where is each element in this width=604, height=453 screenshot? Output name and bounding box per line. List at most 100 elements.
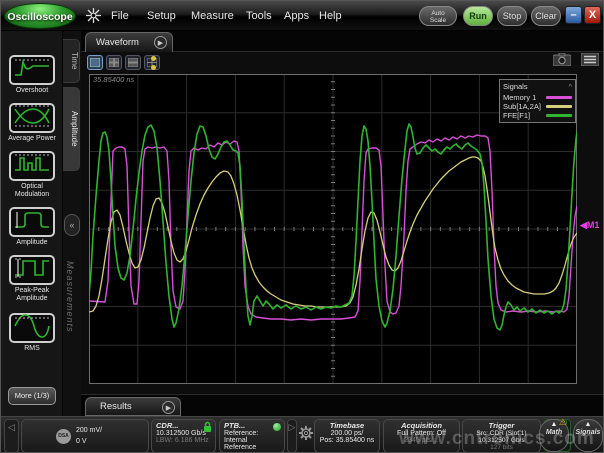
legend-title: Signals [503, 82, 528, 92]
scroll-left-button[interactable]: ◁ [4, 419, 19, 453]
measurement-amplitude[interactable]: Amplitude [6, 207, 58, 247]
ptb-status-dot [273, 423, 281, 431]
timebase-per-div: 200.00 ps/ [319, 430, 375, 437]
overshoot-icon [13, 56, 51, 85]
legend-swatch-memory1 [546, 96, 572, 99]
legend-row-sub[interactable]: Sub[1A,2A] [503, 102, 572, 111]
waveform-tab-menu-icon[interactable]: ▶ [154, 36, 167, 49]
more-measurements-button[interactable]: More (1/3) [8, 387, 56, 405]
marker-dot[interactable] [151, 56, 156, 61]
waveform-tab-bar: Waveform ▶ [81, 31, 604, 52]
layout-stacked-button[interactable] [125, 55, 141, 70]
acquisition-panel[interactable]: Acquisition Full Pattern: Off 2345 pts/.… [383, 419, 460, 453]
results-tab-label: Results [100, 401, 132, 412]
optical-modulation-icon [13, 152, 51, 181]
close-button[interactable]: X [584, 6, 601, 24]
menu-help[interactable]: Help [319, 1, 342, 31]
plot-layout-toolbar [87, 55, 160, 72]
top-menu-bar: Oscilloscope File Setup Measure Tools Ap… [1, 1, 604, 31]
timebase-panel[interactable]: Timebase 200.00 ps/ Pos: 35.85400 ns [314, 419, 380, 453]
trigger-rate: 10.312507 Gb/s [467, 437, 536, 444]
auto-scale-label-2: Scale [420, 17, 456, 24]
menu-apps[interactable]: Apps [284, 1, 309, 31]
legend-collapse-icon[interactable]: ^ [568, 82, 572, 92]
oscilloscope-window: Oscilloscope File Setup Measure Tools Ap… [0, 0, 604, 453]
sidebar-collapse-button[interactable]: « [64, 214, 80, 236]
measurement-rms[interactable]: RMS [6, 313, 58, 353]
trigger-title: Trigger [467, 421, 536, 430]
cdr-panel[interactable]: CDR... 10.312500 Gb/s LBW: 6.186 MHz [151, 419, 216, 453]
timebase-pos: Pos: 35.85400 ns [319, 437, 375, 444]
measurement-label: Overshoot [6, 87, 58, 95]
average-power-icon [13, 104, 51, 133]
oscilloscope-logo: Oscilloscope [4, 3, 76, 29]
rms-icon [13, 314, 51, 343]
layout-single-button[interactable] [87, 55, 103, 70]
waveform-workspace: Waveform ▶ 35.85400 ns [81, 31, 604, 416]
tab-time[interactable]: Time [63, 39, 80, 83]
plot-menu-icon[interactable] [581, 53, 599, 71]
measurement-overshoot[interactable]: Overshoot [6, 55, 58, 95]
measurement-peak-peak-amplitude[interactable]: Peak-Peak Amplitude [6, 255, 58, 303]
amplitude-icon [13, 208, 51, 237]
measurement-label: Average Power [6, 135, 58, 143]
stop-button[interactable]: Stop [497, 6, 527, 26]
trigger-src: Src: CDR (Slot 1) [467, 430, 536, 437]
scale-per-div: 200 mV/ [76, 427, 102, 434]
measurement-label: Peak-Peak Amplitude [6, 287, 58, 303]
marker-dots [151, 56, 156, 74]
run-button[interactable]: Run [463, 6, 493, 26]
waveform-graticule[interactable]: 35.85400 ns Signals ^ Memory 1 Sub[1A,2A… [89, 74, 577, 384]
memory1-ground-marker[interactable]: ◀M1 [580, 220, 599, 231]
tab-waveform[interactable]: Waveform ▶ [85, 32, 173, 52]
acquisition-line2: 2345 pts/... [388, 437, 455, 444]
signals-label: Signals [574, 429, 602, 436]
tab-amplitude[interactable]: Amplitude [63, 87, 80, 171]
channel-badge: DSA [56, 429, 71, 444]
legend-swatch-ffe [546, 114, 572, 117]
legend-label: FFE[F1] [503, 111, 530, 120]
measurement-label: Amplitude [6, 239, 58, 247]
math-button[interactable]: ▲ Math ⚠ [539, 419, 569, 452]
screenshot-camera-icon[interactable] [553, 53, 571, 71]
clear-button[interactable]: Clear [531, 6, 561, 26]
measurements-sidebar: Overshoot Average Power Optical Modulati… [1, 31, 63, 416]
minimize-button[interactable]: – [565, 6, 582, 24]
measurement-label: RMS [6, 345, 58, 353]
acquisition-line1: Full Pattern: Off [388, 430, 455, 437]
sidebar-tab-strip: Time Amplitude « Measurements [63, 31, 81, 416]
marker-dot[interactable] [151, 65, 156, 70]
timebase-title: Timebase [319, 421, 375, 430]
legend-row-memory1[interactable]: Memory 1 [503, 93, 572, 102]
ptb-line1: Reference: [224, 430, 280, 437]
menu-tools[interactable]: Tools [246, 1, 272, 31]
cdr-lock-icon [203, 421, 212, 434]
results-bar: Results ▶ [81, 394, 604, 416]
trigger-bits: 127 bits [467, 444, 536, 451]
layout-quad-button[interactable] [106, 55, 122, 70]
auto-scale-button[interactable]: Auto Scale [419, 6, 457, 26]
signals-button[interactable]: ▲ Signals [573, 419, 603, 452]
results-tab-menu-icon[interactable]: ▶ [162, 401, 175, 414]
math-warning-icon: ⚠ [559, 417, 567, 428]
trigger-panel[interactable]: Trigger Src: CDR (Slot 1) 10.312507 Gb/s… [462, 419, 541, 453]
signals-legend[interactable]: Signals ^ Memory 1 Sub[1A,2A] FFE[F1] [499, 79, 576, 123]
ptb-panel[interactable]: PTB... Reference: Internal Reference [219, 419, 285, 453]
menu-setup[interactable]: Setup [147, 1, 176, 31]
math-label: Math [540, 429, 568, 436]
legend-row-ffe[interactable]: FFE[F1] [503, 111, 572, 120]
menu-measure[interactable]: Measure [191, 1, 234, 31]
scale-offset: 0 V [76, 438, 87, 445]
auto-scale-label-1: Auto [420, 10, 456, 17]
tab-results[interactable]: Results ▶ [85, 397, 181, 416]
menu-file[interactable]: File [111, 1, 129, 31]
legend-swatch-sub [546, 105, 572, 108]
measurement-average-power[interactable]: Average Power [6, 103, 58, 143]
scroll-right-button[interactable]: ▷ [287, 419, 297, 453]
signals-expand-icon: ▲ [574, 420, 602, 429]
settings-burst-icon[interactable] [86, 8, 101, 28]
legend-label: Memory 1 [503, 93, 536, 102]
waveform-tab-label: Waveform [96, 37, 139, 48]
channel-scale-panel[interactable]: DSA 200 mV/ 0 V [21, 419, 149, 453]
measurement-optical-modulation[interactable]: Optical Modulation [6, 151, 58, 199]
